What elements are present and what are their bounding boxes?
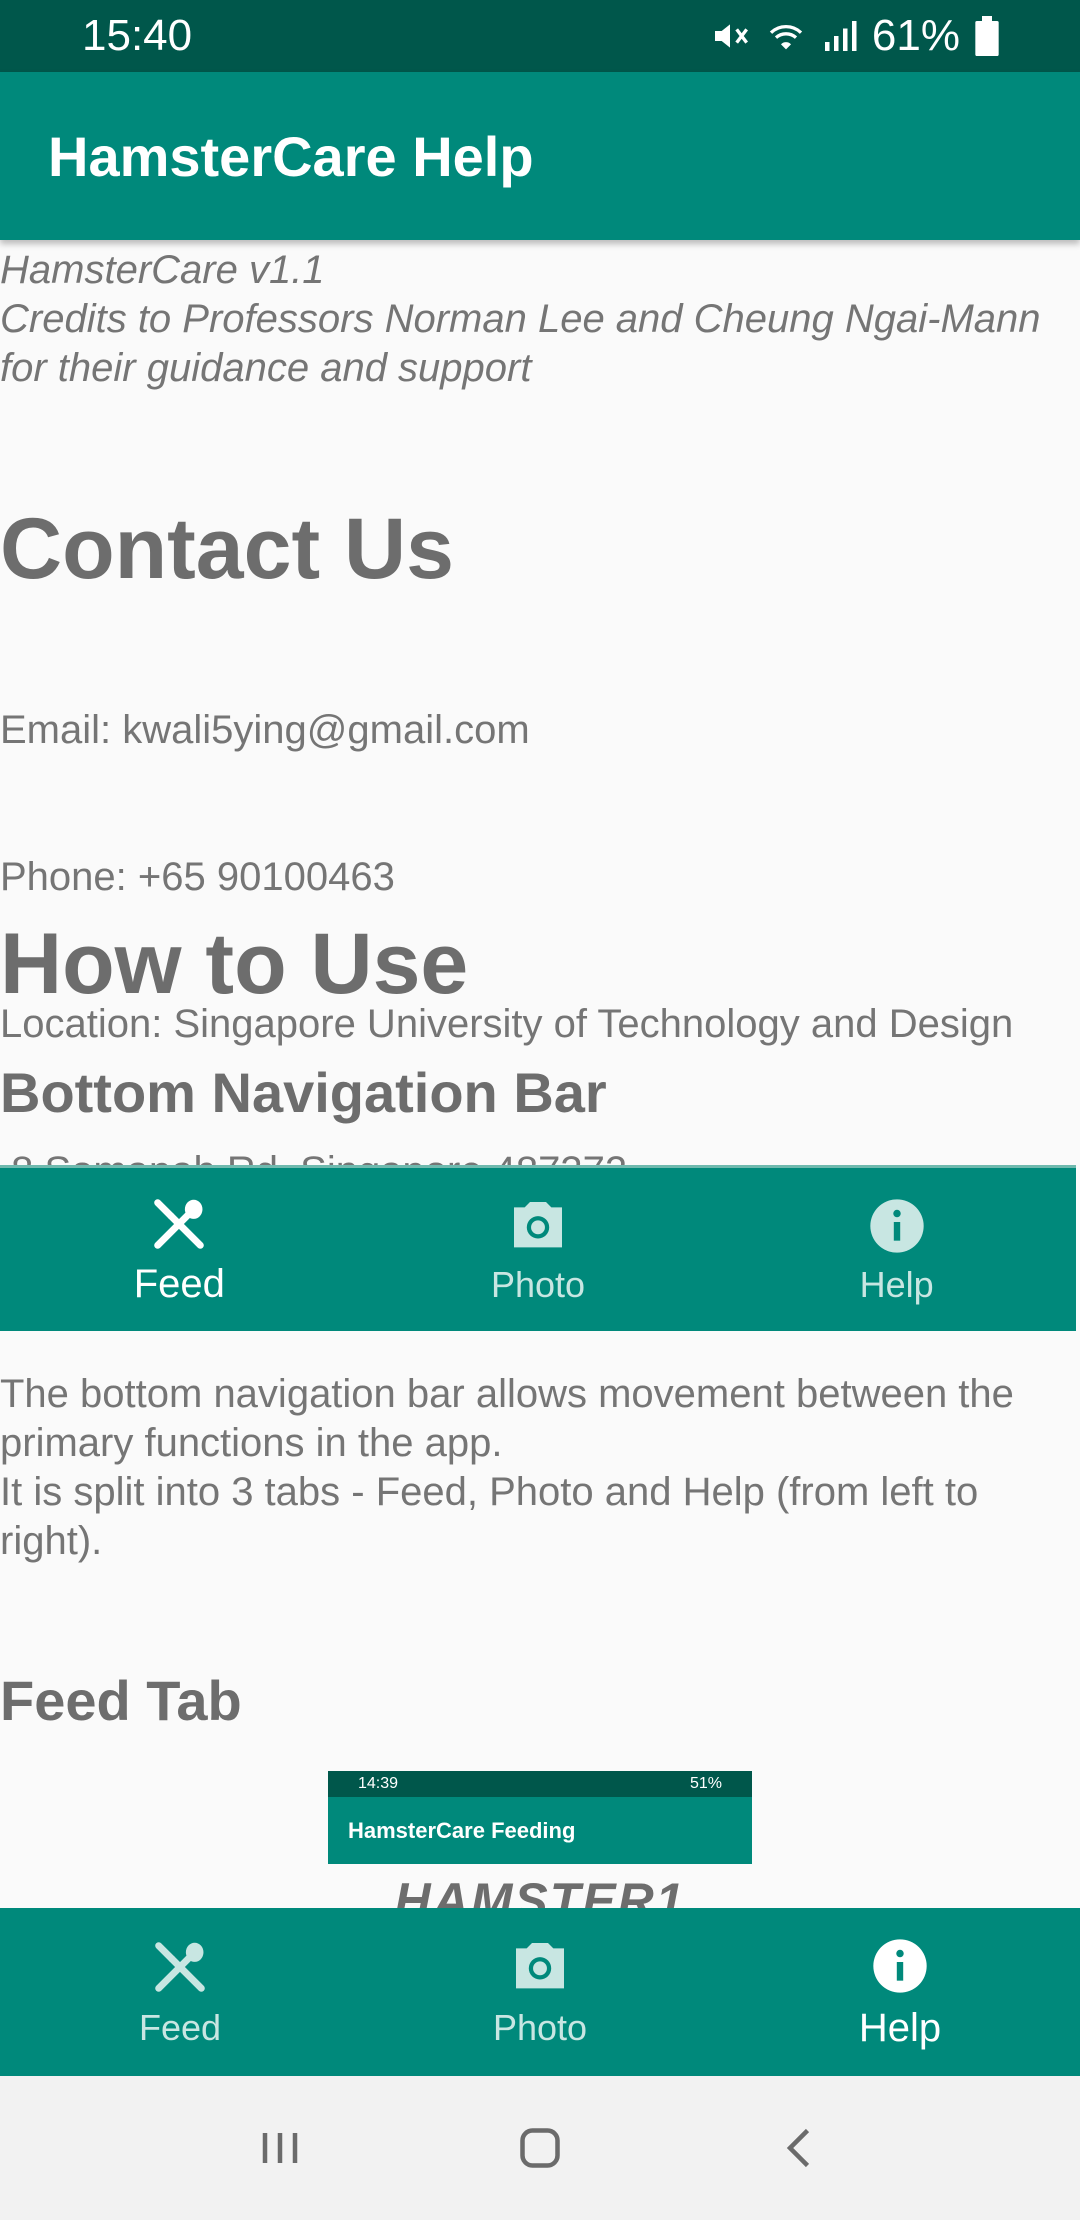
demo-tab-feed: Feed [0, 1168, 359, 1331]
info-icon [870, 1198, 924, 1253]
bottom-navigation: Feed Photo Help [0, 1908, 1080, 2076]
info-icon [873, 1938, 927, 1993]
status-bar: 15:40 61% [0, 0, 1080, 72]
nav-tab-feed[interactable]: Feed [0, 1908, 360, 2076]
help-content[interactable]: HamsterCare v1.1 Credits to Professors N… [0, 240, 1080, 1908]
app-bar: HamsterCare Help [0, 72, 1080, 240]
feed-tab-heading: Feed Tab [0, 1669, 242, 1732]
camera-icon [516, 1943, 564, 1989]
fork-knife-icon [154, 1199, 205, 1249]
status-icons: 61% [710, 11, 1000, 61]
mini-status-bar: 14:39 51% [328, 1771, 752, 1797]
nav-tab-label: Feed [138, 2007, 222, 2048]
mini-battery: 51% [689, 1775, 722, 1792]
battery-icon [975, 16, 999, 56]
demo-tab-label: Photo [490, 1263, 586, 1305]
contact-email: Email: kwali5ying@gmail.com [0, 708, 530, 752]
page-title: HamsterCare Help [48, 124, 534, 188]
credits-version: HamsterCare v1.1 [0, 248, 325, 292]
contact-heading: Contact Us [0, 501, 454, 597]
demo-tab-photo: Photo [359, 1168, 718, 1331]
signal-icon [824, 21, 857, 51]
description-line: right). [0, 1519, 103, 1563]
wifi-icon [769, 25, 803, 50]
mute-icon [714, 24, 748, 48]
home-icon[interactable] [510, 2118, 570, 2178]
credits-text: HamsterCare v1.1 Credits to Professors N… [0, 246, 1080, 393]
howto-heading: How to Use [0, 916, 469, 1012]
contact-phone: Phone: +65 90100463 [0, 855, 395, 899]
recent-apps-icon[interactable] [250, 2118, 310, 2178]
bottom-nav-illustration: Feed Photo Help [0, 1165, 1076, 1331]
demo-tab-label: Feed [133, 1262, 225, 1306]
mini-title: HamsterCare Feeding [348, 1817, 576, 1843]
back-icon[interactable] [770, 2118, 830, 2178]
system-navigation-bar [0, 2076, 1080, 2220]
nav-tab-label: Photo [492, 2007, 588, 2048]
nav-tab-photo[interactable]: Photo [360, 1908, 720, 2076]
description-line: The bottom navigation bar allows movemen… [0, 1372, 1014, 1416]
nav-tab-help[interactable]: Help [720, 1908, 1080, 2076]
description-line: It is split into 3 tabs - Feed, Photo an… [0, 1470, 979, 1514]
nav-tab-label: Help [858, 2005, 942, 2050]
mini-app-bar: HamsterCare Feeding [328, 1797, 752, 1864]
mini-heading: HAMSTER1 [394, 1873, 686, 1908]
credits-line: Credits to Professors Norman Lee and Che… [0, 297, 1041, 341]
battery-percent: 61% [871, 11, 960, 60]
bottom-nav-description: The bottom navigation bar allows movemen… [0, 1370, 1080, 1566]
demo-tab-label: Help [859, 1263, 934, 1305]
description-line: primary functions in the app. [0, 1421, 503, 1465]
status-time: 15:40 [82, 11, 193, 60]
feed-tab-screenshot: 14:39 51% HamsterCare Feeding HAMSTER1 [328, 1771, 752, 1908]
credits-line: for their guidance and support [0, 346, 532, 390]
fork-knife-icon [155, 1942, 205, 1992]
bottom-nav-heading: Bottom Navigation Bar [0, 1061, 607, 1124]
demo-tab-help: Help [717, 1168, 1076, 1331]
camera-icon [514, 1201, 562, 1247]
mini-status-time: 14:39 [358, 1775, 399, 1792]
